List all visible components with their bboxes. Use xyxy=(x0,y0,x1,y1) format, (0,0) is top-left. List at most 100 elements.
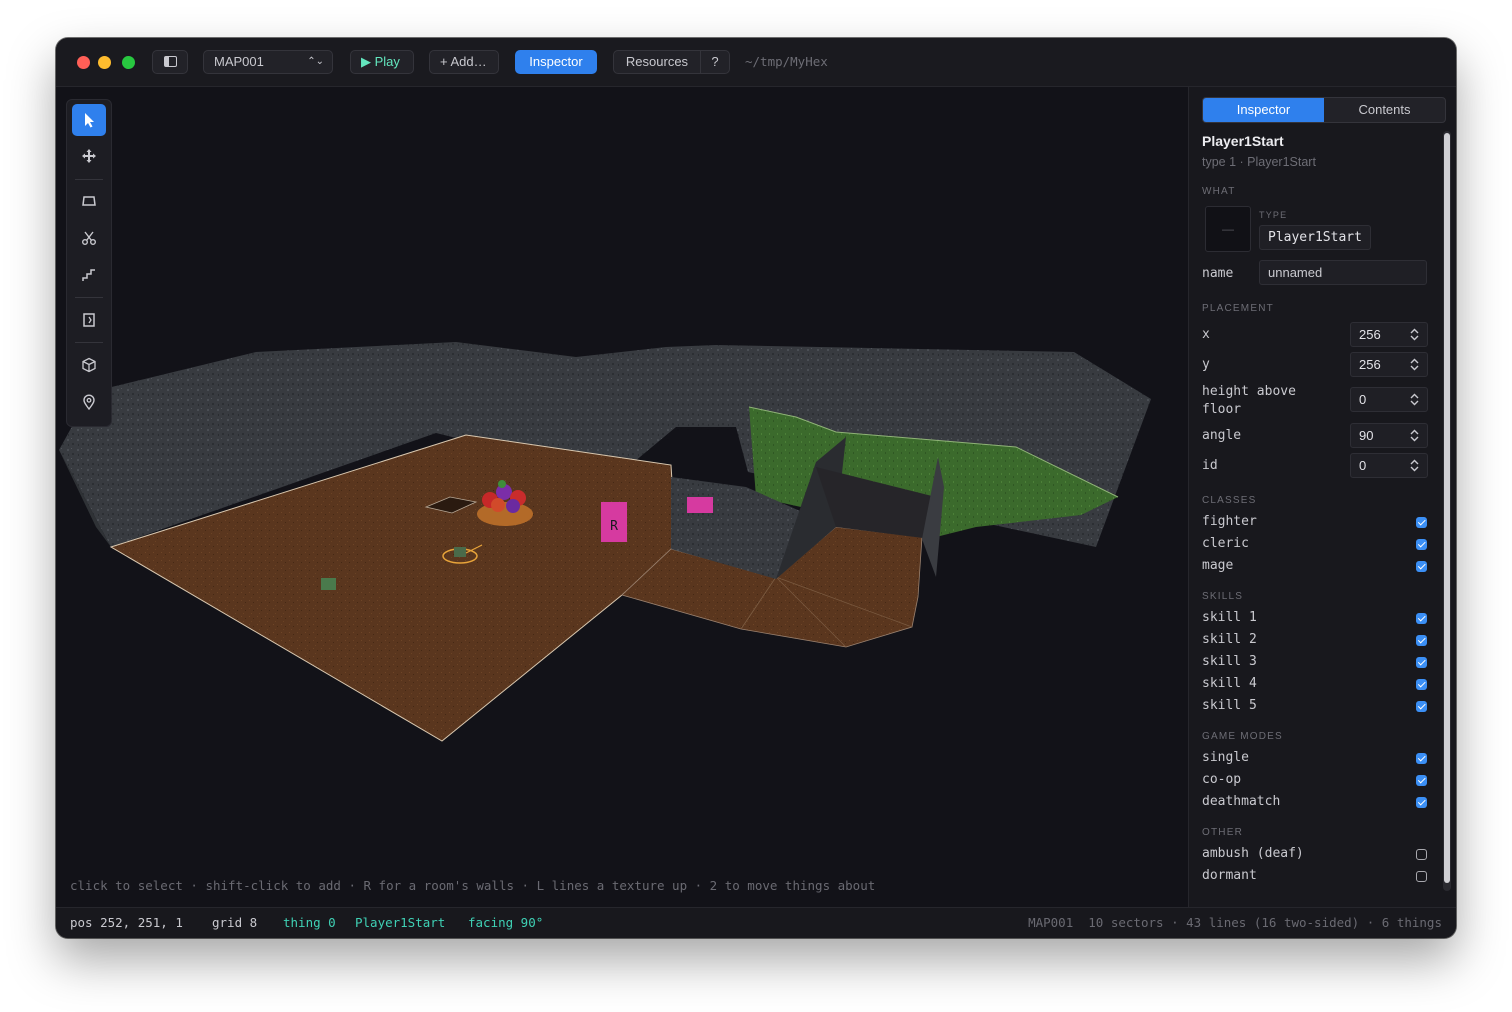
y-label: y xyxy=(1202,357,1210,372)
add-button[interactable]: + Add… xyxy=(429,50,499,74)
polygon-icon xyxy=(82,196,96,206)
player-start-marker[interactable] xyxy=(454,547,466,557)
3d-view-tool[interactable] xyxy=(72,349,106,381)
angle-value: 90 xyxy=(1359,428,1374,443)
move-arrows-icon xyxy=(82,149,96,163)
toolbar-divider xyxy=(75,179,103,180)
name-input[interactable]: unnamed xyxy=(1259,260,1427,285)
class-mage-checkbox[interactable] xyxy=(1416,561,1427,572)
skill-4-checkbox[interactable] xyxy=(1416,679,1427,690)
id-value: 0 xyxy=(1359,458,1367,473)
mode-single-label: single xyxy=(1202,750,1249,765)
resources-button-group: Resources ? xyxy=(613,50,730,74)
3d-viewport[interactable]: R click to select · shift-click to add ·… xyxy=(56,87,1188,907)
stepper-arrows-icon[interactable] xyxy=(1410,393,1419,406)
stepper-arrows-icon[interactable] xyxy=(1410,358,1419,371)
section-classes: CLASSES xyxy=(1202,495,1257,506)
skill-5-checkbox[interactable] xyxy=(1416,701,1427,712)
skill-1-checkbox[interactable] xyxy=(1416,613,1427,624)
status-position: pos 252, 251, 1 xyxy=(70,915,183,930)
stepper-arrows-icon[interactable] xyxy=(1410,459,1419,472)
toolbar-divider xyxy=(75,297,103,298)
resources-button[interactable]: Resources xyxy=(614,51,701,73)
pink-marker[interactable] xyxy=(687,497,713,513)
stairs-tool[interactable] xyxy=(72,259,106,291)
flag-dormant-checkbox[interactable] xyxy=(1416,871,1427,882)
flag-ambush-label: ambush (deaf) xyxy=(1202,846,1304,861)
panel-scrollbar-thumb[interactable] xyxy=(1444,133,1450,883)
minimize-window-button[interactable] xyxy=(98,56,111,69)
flag-dormant-label: dormant xyxy=(1202,868,1257,883)
mode-deathmatch-label: deathmatch xyxy=(1202,794,1281,809)
type-label: TYPE xyxy=(1259,210,1288,220)
skill-2-checkbox[interactable] xyxy=(1416,635,1427,646)
split-tool[interactable] xyxy=(72,222,106,254)
status-grid: grid 8 xyxy=(212,915,258,930)
map-pin-icon xyxy=(83,394,95,410)
thing-thumbnail[interactable]: — xyxy=(1205,206,1251,252)
tool-palette xyxy=(66,99,112,427)
height-stepper[interactable]: 0 xyxy=(1350,387,1428,412)
sidebar-toggle-button[interactable] xyxy=(152,50,188,74)
flag-ambush-checkbox[interactable] xyxy=(1416,849,1427,860)
inspector-toggle-button[interactable]: Inspector xyxy=(515,50,597,74)
angle-stepper[interactable]: 90 xyxy=(1350,423,1428,448)
sign-marker-label: R xyxy=(610,519,618,534)
y-stepper[interactable]: 256 xyxy=(1350,352,1428,377)
name-label: name xyxy=(1202,266,1234,281)
draw-sector-tool[interactable] xyxy=(72,185,106,217)
thing-title: Player1Start xyxy=(1202,133,1284,149)
mode-coop-checkbox[interactable] xyxy=(1416,775,1427,786)
height-value: 0 xyxy=(1359,392,1367,407)
stepper-arrows-icon[interactable] xyxy=(1410,429,1419,442)
cursor-arrow-icon xyxy=(85,113,94,128)
section-skills: SKILLS xyxy=(1202,591,1244,602)
sidebar-icon xyxy=(164,56,177,67)
class-fighter-checkbox[interactable] xyxy=(1416,517,1427,528)
skill-2-label: skill 2 xyxy=(1202,632,1257,647)
map-select[interactable]: MAP001 ⌃⌄ xyxy=(203,50,333,74)
close-window-button[interactable] xyxy=(77,56,90,69)
status-map-summary: MAP001 10 sectors · 43 lines (16 two-sid… xyxy=(1028,915,1442,930)
id-label: id xyxy=(1202,458,1218,473)
mode-coop-label: co-op xyxy=(1202,772,1242,787)
status-facing: facing 90° xyxy=(468,915,544,930)
app-window: MAP001 ⌃⌄ ▶ Play + Add… Inspector Resour… xyxy=(56,38,1456,938)
class-cleric-label: cleric xyxy=(1202,536,1249,551)
panel-scrollbar[interactable] xyxy=(1443,131,1451,891)
place-thing-tool[interactable] xyxy=(72,386,106,418)
project-path: ~/tmp/MyHex xyxy=(745,54,828,69)
stepper-arrows-icon[interactable] xyxy=(1410,328,1419,341)
status-thing: thing 0 xyxy=(283,915,336,930)
x-stepper[interactable]: 256 xyxy=(1350,322,1428,347)
play-button[interactable]: ▶ Play xyxy=(350,50,414,74)
class-mage-label: mage xyxy=(1202,558,1234,573)
mode-deathmatch-checkbox[interactable] xyxy=(1416,797,1427,808)
title-bar: MAP001 ⌃⌄ ▶ Play + Add… Inspector Resour… xyxy=(56,38,1456,87)
id-stepper[interactable]: 0 xyxy=(1350,453,1428,478)
move-tool[interactable] xyxy=(72,140,106,172)
help-button[interactable]: ? xyxy=(700,51,730,73)
hint-text: click to select · shift-click to add · R… xyxy=(70,878,876,893)
zoom-window-button[interactable] xyxy=(122,56,135,69)
section-placement: PLACEMENT xyxy=(1202,303,1274,314)
stairs-icon xyxy=(82,269,95,281)
inspector-content: Player1Start type 1 · Player1Start WHAT … xyxy=(1202,87,1438,907)
map-scene[interactable]: R xyxy=(56,87,1188,907)
door-tool[interactable] xyxy=(72,304,106,336)
angle-label: angle xyxy=(1202,428,1242,443)
x-value: 256 xyxy=(1359,327,1381,342)
skill-3-label: skill 3 xyxy=(1202,654,1257,669)
toolbar-divider xyxy=(75,342,103,343)
status-bar: pos 252, 251, 1 grid 8 thing 0 Player1St… xyxy=(56,907,1456,938)
thing-subtitle: type 1 · Player1Start xyxy=(1202,155,1316,169)
select-tool[interactable] xyxy=(72,104,106,136)
map-select-value: MAP001 xyxy=(214,54,264,69)
skill-3-checkbox[interactable] xyxy=(1416,657,1427,668)
thing-marker-green[interactable] xyxy=(321,578,336,590)
class-cleric-checkbox[interactable] xyxy=(1416,539,1427,550)
type-value[interactable]: Player1Start xyxy=(1259,225,1371,250)
mode-single-checkbox[interactable] xyxy=(1416,753,1427,764)
class-fighter-label: fighter xyxy=(1202,514,1257,529)
section-other: OTHER xyxy=(1202,827,1243,838)
